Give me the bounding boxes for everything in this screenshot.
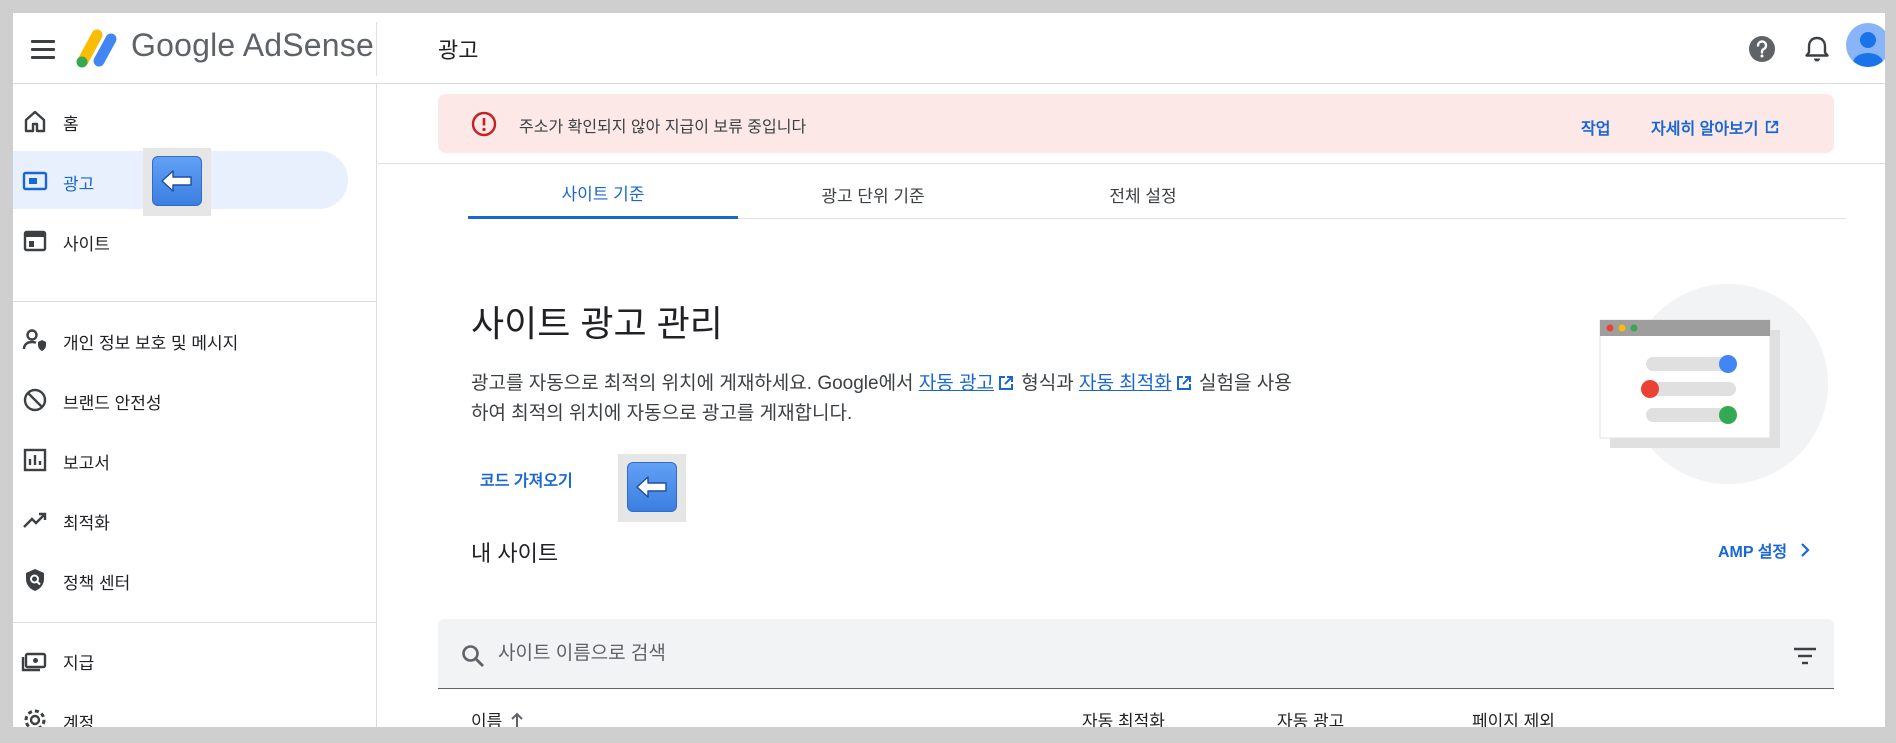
search-icon bbox=[462, 645, 484, 667]
home-icon bbox=[24, 110, 46, 133]
tab-by-ad-unit[interactable]: 광고 단위 기준 bbox=[738, 169, 1008, 219]
top-app-bar: Google AdSense 광고 bbox=[13, 13, 1885, 84]
column-header-auto-ads[interactable]: 자동 광고 bbox=[1277, 707, 1344, 727]
site-search-bar bbox=[438, 619, 1834, 689]
policy-shield-icon bbox=[26, 569, 44, 591]
payments-icon bbox=[21, 652, 47, 672]
sidebar-item-label: 지급 bbox=[63, 654, 95, 673]
pointer-annotation bbox=[618, 454, 686, 522]
divider bbox=[13, 301, 377, 302]
left-arrow-icon bbox=[627, 462, 677, 512]
adsense-window: Google AdSense 광고 홈 광고 사이트 개인 정보 보호 및 메시… bbox=[13, 13, 1885, 727]
avatar[interactable] bbox=[1846, 23, 1885, 67]
sidebar-item-label: 계정 bbox=[63, 714, 95, 727]
sidebar-item-label: 사이트 bbox=[63, 235, 110, 254]
pointer-annotation bbox=[143, 148, 211, 216]
main-content: 주소가 확인되지 않아 지급이 보류 중입니다 작업 자세히 알아보기 사이트 … bbox=[378, 84, 1885, 727]
sidebar-item-label: 보고서 bbox=[63, 454, 110, 473]
search-input[interactable] bbox=[498, 639, 1698, 669]
block-icon bbox=[23, 388, 47, 412]
section-description: 광고를 자동으로 최적의 위치에 게재하세요. Google에서 자동 광고 형… bbox=[471, 369, 1301, 429]
privacy-icon bbox=[22, 329, 46, 351]
adsense-logo bbox=[76, 29, 117, 68]
hamburger-menu-icon[interactable] bbox=[23, 31, 63, 67]
chevron-right-icon bbox=[1801, 543, 1810, 557]
notifications-bell-icon[interactable] bbox=[1799, 31, 1835, 67]
help-icon[interactable] bbox=[1744, 31, 1780, 67]
amp-settings-button[interactable]: AMP 설정 bbox=[1718, 538, 1811, 562]
sidebar-item-optimization[interactable]: 최적화 bbox=[13, 490, 377, 548]
sidebar-item-payments[interactable]: 지급 bbox=[13, 630, 377, 688]
column-header-name[interactable]: 이름 bbox=[471, 707, 524, 727]
site-ads-illustration bbox=[1599, 284, 1828, 484]
get-code-button[interactable]: 코드 가져오기 bbox=[480, 467, 573, 491]
error-icon bbox=[471, 111, 497, 137]
ads-icon bbox=[22, 171, 48, 191]
column-label: 이름 bbox=[471, 712, 503, 727]
page-title: 광고 bbox=[438, 38, 479, 63]
tab-bar: 사이트 기준 광고 단위 기준 전체 설정 bbox=[468, 169, 1846, 219]
divider bbox=[13, 622, 377, 623]
reports-icon bbox=[23, 448, 47, 472]
payment-hold-alert: 주소가 확인되지 않아 지급이 보류 중입니다 작업 자세히 알아보기 bbox=[438, 94, 1834, 153]
sidebar-item-label: 최적화 bbox=[63, 514, 110, 533]
sidebar-item-label: 정책 센터 bbox=[63, 574, 131, 593]
auto-optimization-link[interactable]: 자동 최적화 bbox=[1079, 373, 1172, 394]
trending-icon bbox=[23, 512, 47, 528]
desc-text: 형식과 bbox=[1016, 373, 1080, 394]
filter-icon[interactable] bbox=[1792, 643, 1818, 669]
sidebar-item-label: 광고 bbox=[63, 175, 95, 194]
divider bbox=[376, 22, 377, 76]
sidebar-item-label: 홈 bbox=[63, 115, 79, 134]
sidebar-item-privacy[interactable]: 개인 정보 보호 및 메시지 bbox=[13, 310, 377, 368]
sidebar-item-home[interactable]: 홈 bbox=[13, 91, 377, 149]
brand-name: Google AdSense bbox=[131, 27, 374, 63]
open-in-new-icon bbox=[1176, 376, 1191, 390]
left-arrow-icon bbox=[152, 156, 202, 206]
sidebar-item-label: 개인 정보 보호 및 메시지 bbox=[63, 334, 239, 353]
section-title: 사이트 광고 관리 bbox=[471, 303, 723, 344]
my-sites-heading: 내 사이트 bbox=[471, 541, 559, 566]
sidebar-item-account[interactable]: 계정 bbox=[13, 690, 377, 727]
learn-more-link[interactable]: 자세히 알아보기 bbox=[1651, 115, 1779, 139]
sidebar-item-reports[interactable]: 보고서 bbox=[13, 430, 377, 488]
amp-settings-label: AMP 설정 bbox=[1718, 544, 1788, 561]
sites-icon bbox=[23, 230, 47, 252]
sidebar-item-brand-safety[interactable]: 브랜드 안전성 bbox=[13, 370, 377, 428]
tab-global-settings[interactable]: 전체 설정 bbox=[1008, 169, 1278, 219]
auto-ads-link[interactable]: 자동 광고 bbox=[919, 373, 994, 394]
column-header-page-exclusion[interactable]: 페이지 제외 bbox=[1472, 707, 1555, 727]
sidebar-item-sites[interactable]: 사이트 bbox=[13, 211, 377, 269]
open-in-new-icon bbox=[999, 376, 1014, 390]
sidebar-item-policy-center[interactable]: 정책 센터 bbox=[13, 550, 377, 608]
open-in-new-icon bbox=[1765, 120, 1778, 134]
divider bbox=[378, 163, 1885, 164]
alert-action-button[interactable]: 작업 bbox=[1581, 115, 1610, 139]
desc-text: 광고를 자동으로 최적의 위치에 게재하세요. Google에서 bbox=[471, 373, 919, 394]
column-header-auto-optimization[interactable]: 자동 최적화 bbox=[1082, 707, 1165, 727]
gear-icon bbox=[24, 709, 46, 727]
sidebar-item-label: 브랜드 안전성 bbox=[63, 394, 162, 413]
sidebar-nav: 홈 광고 사이트 개인 정보 보호 및 메시지 브랜드 안전성 보고서 최적화 … bbox=[13, 84, 377, 727]
tab-by-site[interactable]: 사이트 기준 bbox=[468, 169, 738, 219]
sort-ascending-icon bbox=[511, 712, 523, 727]
learn-more-label: 자세히 알아보기 bbox=[1651, 121, 1759, 138]
alert-message: 주소가 확인되지 않아 지급이 보류 중입니다 bbox=[519, 119, 807, 136]
